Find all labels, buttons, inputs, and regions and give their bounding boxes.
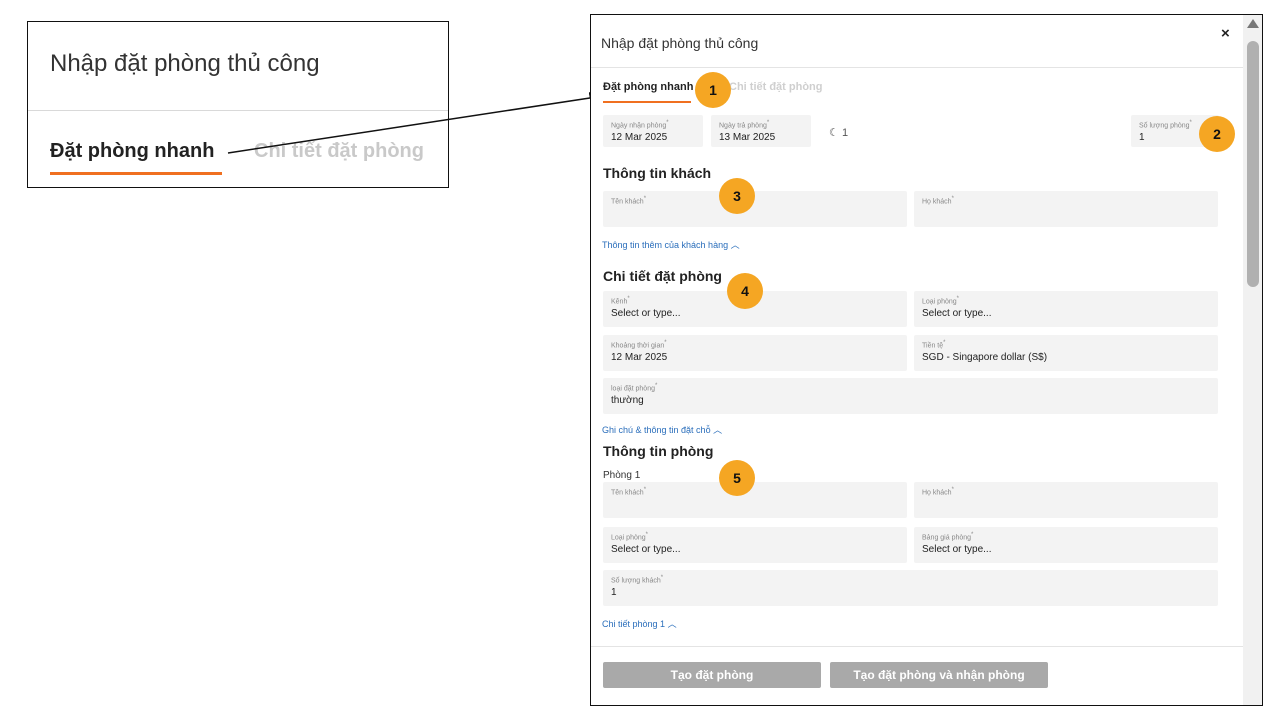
period-value: 12 Mar 2025 (611, 352, 668, 363)
room-room-type-value: Select or type... (611, 544, 681, 555)
header-divider (591, 67, 1243, 68)
rate-plan-label: Bảng giá phòng* (922, 532, 974, 542)
create-booking-button[interactable]: Tạo đặt phòng (603, 662, 821, 688)
zoom-title: Nhập đặt phòng thủ công (50, 50, 320, 77)
checkin-date-field[interactable]: Ngày nhận phòng* 12 Mar 2025 (603, 115, 703, 147)
tab-active-underline (603, 101, 691, 103)
room-count-label: Số lượng phòng* (1139, 120, 1192, 130)
guest-info-title: Thông tin khách (603, 165, 712, 181)
guest-count-field[interactable]: Số lượng khách* 1 (603, 570, 1218, 606)
rate-plan-value: Select or type... (922, 544, 992, 555)
period-label: Khoảng thời gian* (611, 340, 667, 350)
booking-detail-title: Chi tiết đặt phòng (603, 268, 722, 284)
room-type-field[interactable]: Loại phòng* Select or type... (914, 291, 1218, 327)
scroll-thumb[interactable] (1247, 41, 1259, 287)
guest-last-name-field[interactable]: Họ khách* (914, 191, 1218, 227)
checkin-date-value: 12 Mar 2025 (611, 132, 668, 143)
room-room-type-field[interactable]: Loại phòng* Select or type... (603, 527, 907, 563)
chevron-up-icon: ︿ (667, 619, 677, 629)
nights-count: 1 (841, 127, 849, 139)
scroll-up-icon[interactable] (1247, 19, 1259, 28)
tab-quick-booking[interactable]: Đặt phòng nhanh (603, 81, 693, 93)
room-room-type-label: Loại phòng* (611, 532, 648, 542)
zoom-tab-booking-detail[interactable]: Chi tiết đặt phòng (254, 140, 424, 163)
more-guest-info-link[interactable]: Thông tin thêm của khách hàng ︿ (602, 238, 740, 251)
checkout-date-label: Ngày trả phòng* (719, 120, 770, 130)
currency-field[interactable]: Tiền tệ* SGD - Singapore dollar (S$) (914, 335, 1218, 371)
room-info-title: Thông tin phòng (603, 443, 714, 459)
checkout-date-value: 13 Mar 2025 (719, 132, 776, 143)
modal-title: Nhập đặt phòng thủ công (601, 35, 759, 51)
step-badge-1: 1 (695, 72, 731, 108)
room-1-label: Phòng 1 (603, 470, 641, 481)
close-icon[interactable]: × (1221, 25, 1230, 42)
room-count-value: 1 (1139, 132, 1145, 143)
guest-last-name-label: Họ khách* (922, 196, 954, 206)
currency-label: Tiền tệ* (922, 340, 946, 350)
guest-first-name-label: Tên khách* (611, 196, 647, 206)
checkin-date-label: Ngày nhận phòng* (611, 120, 669, 130)
manual-booking-modal: Nhập đặt phòng thủ công × Đặt phòng nhan… (590, 14, 1263, 706)
room-guest-last-name-field[interactable]: Họ khách* (914, 482, 1218, 518)
step-badge-4: 4 (727, 273, 763, 309)
tab-booking-detail[interactable]: Chi tiết đặt phòng (729, 81, 822, 93)
room-type-value: Select or type... (922, 308, 992, 319)
notes-link[interactable]: Ghi chú & thông tin đặt chỗ ︿ (602, 423, 722, 436)
period-field[interactable]: Khoảng thời gian* 12 Mar 2025 (603, 335, 907, 371)
step-badge-5: 5 (719, 460, 755, 496)
channel-label: Kênh* (611, 296, 630, 306)
footer-divider (591, 646, 1243, 647)
guest-count-label: Số lượng khách* (611, 575, 664, 585)
room-guest-first-name-label: Tên khách* (611, 487, 647, 497)
rate-plan-field[interactable]: Bảng giá phòng* Select or type... (914, 527, 1218, 563)
zoom-callout: Nhập đặt phòng thủ công Đặt phòng nhanh … (27, 21, 449, 188)
step-badge-2: 2 (1199, 116, 1235, 152)
guest-count-value: 1 (611, 587, 617, 598)
zoom-divider (28, 110, 448, 111)
guest-first-name-field[interactable]: Tên khách* (603, 191, 907, 227)
channel-value: Select or type... (611, 308, 681, 319)
create-and-checkin-button[interactable]: Tạo đặt phòng và nhận phòng (830, 662, 1048, 688)
checkout-date-field[interactable]: Ngày trả phòng* 13 Mar 2025 (711, 115, 811, 147)
scrollbar[interactable] (1243, 15, 1262, 705)
booking-type-value: thường (611, 395, 644, 406)
chevron-up-icon: ︿ (713, 425, 723, 435)
zoom-tab-underline (50, 172, 222, 175)
currency-value: SGD - Singapore dollar (S$) (922, 352, 1048, 363)
booking-type-label: loại đặt phòng* (611, 383, 658, 393)
room-guest-first-name-field[interactable]: Tên khách* (603, 482, 907, 518)
zoom-tab-quick-booking[interactable]: Đặt phòng nhanh (50, 140, 214, 163)
step-badge-3: 3 (719, 178, 755, 214)
booking-type-field[interactable]: loại đặt phòng* thường (603, 378, 1218, 414)
nights-indicator: ☾ 1 (829, 126, 848, 139)
room-1-detail-link[interactable]: Chi tiết phòng 1 ︿ (602, 617, 677, 630)
moon-icon: ☾ (829, 127, 839, 139)
room-guest-last-name-label: Họ khách* (922, 487, 954, 497)
room-type-label: Loại phòng* (922, 296, 959, 306)
chevron-up-icon: ︿ (730, 240, 740, 250)
